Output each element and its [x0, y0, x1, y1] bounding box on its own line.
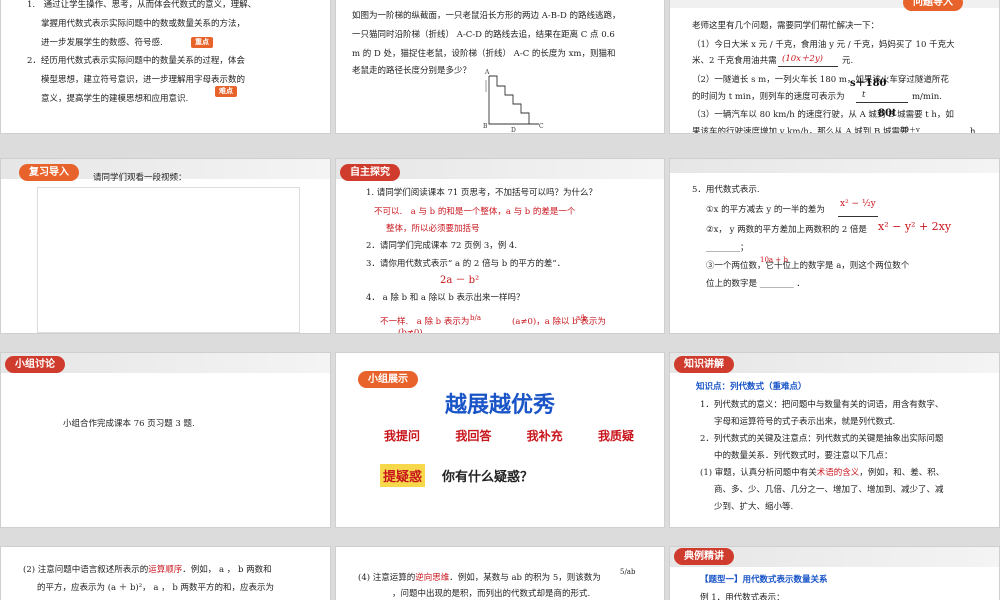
tag-group-discussion: 小组讨论 [5, 356, 65, 373]
knowledge-p3-tail: ，例如，和、差、积、 [859, 468, 945, 478]
discussion-text: 小组合作完成课本 76 页习题 3 题. [63, 419, 195, 429]
objective-1-line2: 掌握用代数式表示实际问题中的数或数量关系的方法， [41, 19, 246, 29]
q1-line2: 米、2 千克食用油共需 [692, 56, 777, 66]
q1-blank [778, 54, 838, 67]
order-lead: (2) 注意问题中语言叙述所表示的 [23, 565, 149, 575]
reverse-tail: ．例如，某数与 ab 的积为 5，则该数为 [449, 573, 601, 583]
slide-group-discussion[interactable]: 小组讨论 小组合作完成课本 76 页习题 3 题. [0, 352, 331, 528]
tag-knowledge: 知识讲解 [674, 356, 734, 373]
knowledge-p3-emphasis: 术语的含义 [816, 468, 860, 478]
reverse-lead: (4) 注意运算的 [358, 573, 416, 583]
explore-q2: 2．请同学们完成课本 72 页例 3，例 4. [366, 241, 518, 251]
slide-examples[interactable]: 典例精讲 【题型一】用代数式表示数量关系 例 1．用代数式表示： [669, 546, 1000, 600]
showcase-item-answer: 我回答 [455, 429, 492, 443]
examples-ex1: 例 1．用代数式表示： [700, 593, 785, 600]
practice-q5: 5．用代数式表示. [692, 185, 760, 195]
practice-item2: ②x， y 两数的平方差加上两数积的 2 倍是 [706, 225, 867, 235]
fig-label-a: A [484, 69, 490, 76]
q3-answer: 80t [878, 108, 897, 119]
tag-problem-intro: 问题导入 [903, 0, 963, 11]
slide-expressions-practice[interactable]: 5．用代数式表示. ①x 的平方减去 y 的一半的差为 x² − ½y ②x， … [669, 158, 1000, 334]
showcase-item-supplement: 我补充 [526, 429, 563, 443]
slide-group-showcase[interactable]: 小组展示 越展越优秀 我提问 我回答 我补充 我质疑 提疑惑 你有什么疑惑？ [335, 352, 665, 528]
practice-item2-blank: ________； [706, 243, 749, 253]
intro-text: 老师这里有几个问题，需要同学们帮忙解决一下： [692, 21, 880, 31]
examples-topic: 【题型一】用代数式表示数量关系 [700, 575, 828, 585]
slide-problem-intro[interactable]: 问题导入 老师这里有几个问题，需要同学们帮忙解决一下： （1）今日大米 x 元 … [669, 0, 1000, 134]
practice-answer3: 10a + b [760, 256, 788, 264]
slide-reverse-thinking[interactable]: (4) 注意运算的逆向思维．例如，某数与 ab 的积为 5，则该数为 5/ab … [335, 546, 665, 600]
key-point-badge: 重点 [191, 37, 213, 48]
fig-label-b: B [483, 123, 488, 130]
video-placeholder[interactable] [37, 187, 300, 333]
problem-line2: 一只猫同时沿阶梯（折线） A-C-D 的路线去追，结果在距离 C 点 0.6 [352, 30, 615, 40]
fig-label-c: C [539, 123, 544, 130]
practice-answer1: x² − ½y [840, 199, 876, 209]
order-emphasis: 运算顺序 [148, 565, 183, 575]
practice-item3-line2: 位上的数字是 ________ ． [706, 279, 805, 289]
fig-label-d: D [511, 127, 516, 134]
explore-a4-part1: 不一样. a 除 b 表示为 [380, 317, 470, 327]
knowledge-point: 知识点：列代数式（重难点） [696, 382, 807, 392]
reverse-emphasis: 逆向思维 [415, 573, 450, 583]
q3-unit: h. [970, 127, 979, 134]
staircase-figure: A B C D [473, 62, 545, 134]
slide-self-explore[interactable]: 自主探究 1. 请同学们阅读课本 71 页思考，不加括号可以吗？为什么？ 不可以… [335, 158, 665, 334]
practice-answer2: x² − y² + 2xy [878, 220, 952, 233]
tag-group-showcase: 小组展示 [358, 371, 418, 388]
slide-review[interactable]: 复习导入 请同学们观看一段视频： [0, 158, 331, 334]
explore-q4: 4． a 除 b 和 a 除以 b 表示出来一样吗？ [366, 293, 525, 303]
reverse-fraction: 5/ab [620, 568, 636, 576]
slide-staircase-problem[interactable]: 如图为一阶梯的纵截面，一只老鼠沿长方形的两边 A-B-D 的路线逃跑， 一只猫同… [335, 0, 665, 134]
doubt-question: 你有什么疑惑？ [442, 470, 534, 485]
q2-answer: s＋180 [850, 78, 887, 89]
showcase-item-question: 我质疑 [597, 429, 634, 443]
q3-line2: 果该车的行驶速度增加 v km/h，那么从 A 城到 B 城需要 [692, 127, 909, 134]
review-text: 请同学们观看一段视频： [93, 173, 187, 183]
order-tail: ．例如， a ， b 两数和 [182, 565, 272, 575]
tag-self-explore: 自主探究 [340, 164, 400, 181]
practice-item1: ①x 的平方减去 y 的一半的差为 [706, 205, 825, 215]
showcase-items: 我提问 我回答 我补充 我质疑 [384, 427, 634, 444]
objective-2-line3: 意义，提高学生的建模思想和应用意识. [41, 94, 189, 104]
practice-item3: ③一个两位数，它十位上的数字是 a，则这个两位数个 [706, 261, 910, 271]
tag-review: 复习导入 [19, 164, 79, 181]
explore-a4-part3: (b≠0) [398, 328, 423, 334]
explore-a4-part2: (a≠0)，a 除以 b 表示为 [512, 317, 606, 327]
slide-operation-order[interactable]: (2) 注意问题中语言叙述所表示的运算顺序．例如， a ， b 两数和 的平方，… [0, 546, 331, 600]
difficulty-badge: 难点 [215, 86, 237, 97]
reverse-line2: ，问题中出现的是积，而列出的代数式却是商的形式. [392, 589, 591, 599]
explore-a4-frac1: b/a [470, 314, 482, 322]
q2-answer-denominator: t [862, 90, 866, 100]
q3-blank [898, 124, 964, 133]
order-line2: 的平方，应表示为 (a ＋ b)²， a ， b 两数平方的和，应表示为 [37, 583, 274, 593]
tag-examples: 典例精讲 [674, 548, 734, 565]
q2-line2: 的时间为 t min，则列车的速度可表示为 [692, 92, 845, 102]
problem-line1: 如图为一阶梯的纵截面，一只老鼠沿长方形的两边 A-B-D 的路线逃跑， [352, 11, 621, 21]
objective-2-line1: 2．经历用代数式表示实际问题中的数量关系的过程，体会 [27, 56, 245, 66]
slide-grid: 1. 通过让学生操作、思考，从而体会代数式的意义，理解、 掌握用代数式表示实际问… [0, 0, 1000, 600]
showcase-title: 越展越优秀 [444, 393, 555, 418]
objective-1-line3: 进一步发展学生的数感、符号感. [41, 38, 163, 48]
explore-q1: 1. 请同学们阅读课本 71 页思考，不加括号可以吗？为什么？ [366, 188, 598, 198]
order-line1: (2) 注意问题中语言叙述所表示的运算顺序．例如， a ， b 两数和 [23, 561, 272, 580]
slide-knowledge[interactable]: 知识讲解 知识点：列代数式（重难点） 1．列代数式的意义：把问题中与数量有关的词… [669, 352, 1000, 528]
knowledge-p3-lead: (1) 审题，认真分析问题中有关 [700, 468, 817, 478]
showcase-item-ask: 我提问 [384, 429, 421, 443]
q1-unit: 元. [842, 56, 854, 66]
explore-a4-frac2: a/b [576, 314, 588, 322]
explore-a3: 2a － b² [440, 275, 480, 286]
objective-1-line1: 1. 通过让学生操作、思考，从而体会代数式的意义，理解、 [27, 0, 257, 10]
doubt-label: 提疑惑 [380, 464, 426, 487]
knowledge-p3-line3: 少到、扩大、缩小等. [714, 502, 794, 512]
q2-unit: m/min. [912, 92, 942, 102]
slide-objectives[interactable]: 1. 通过让学生操作、思考，从而体会代数式的意义，理解、 掌握用代数式表示实际问… [0, 0, 331, 134]
